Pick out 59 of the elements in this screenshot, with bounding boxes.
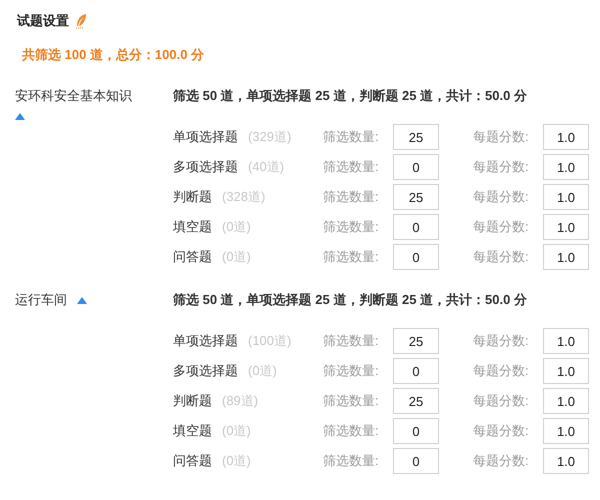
score-label: 每题分数: (473, 128, 530, 146)
score-field[interactable]: 1.0 (543, 328, 589, 354)
quantity-label: 筛选数量: (323, 248, 380, 266)
quantity-label: 筛选数量: (323, 188, 380, 206)
quantity-field[interactable]: 0 (393, 418, 439, 444)
score-field[interactable]: 1.0 (543, 358, 589, 384)
question-type: 判断题 (173, 188, 212, 206)
total-summary: 共筛选 100 道，总分：100.0 分 (22, 46, 206, 64)
score-field[interactable]: 1.0 (543, 418, 589, 444)
score-label: 每题分数: (473, 392, 530, 410)
collapse-arrow-icon[interactable] (76, 297, 87, 304)
quantity-label: 筛选数量: (323, 332, 380, 350)
quantity-field[interactable]: 25 (393, 388, 439, 414)
question-type: 多项选择题 (173, 362, 238, 380)
question-type: 判断题 (173, 392, 212, 410)
score-label: 每题分数: (473, 422, 530, 440)
score-label: 每题分数: (473, 218, 530, 236)
question-type: 问答题 (173, 452, 212, 470)
score-field[interactable]: 1.0 (543, 214, 589, 240)
quantity-label: 筛选数量: (323, 422, 380, 440)
score-label: 每题分数: (473, 188, 530, 206)
quantity-label: 筛选数量: (323, 362, 380, 380)
quantity-field[interactable]: 0 (393, 154, 439, 180)
quantity-field[interactable]: 0 (393, 358, 439, 384)
score-field[interactable]: 1.0 (543, 388, 589, 414)
question-type: 填空题 (173, 218, 212, 236)
score-field[interactable]: 1.0 (543, 184, 589, 210)
quantity-label: 筛选数量: (323, 452, 380, 470)
category-name: 运行车间 (15, 292, 67, 307)
score-field[interactable]: 1.0 (543, 244, 589, 270)
score-field[interactable]: 1.0 (543, 154, 589, 180)
question-type: 单项选择题 (173, 332, 238, 350)
category-summary: 筛选 50 道，单项选择题 25 道，判断题 25 道，共计：50.0 分 (173, 87, 528, 105)
quantity-label: 筛选数量: (323, 392, 380, 410)
quantity-field[interactable]: 0 (393, 244, 439, 270)
quantity-field[interactable]: 25 (393, 328, 439, 354)
feather-icon (75, 13, 87, 29)
question-type: 单项选择题 (173, 128, 238, 146)
question-type: 问答题 (173, 248, 212, 266)
quantity-label: 筛选数量: (323, 128, 380, 146)
quantity-field[interactable]: 25 (393, 184, 439, 210)
question-type: 填空题 (173, 422, 212, 440)
category-summary: 筛选 50 道，单项选择题 25 道，判断题 25 道，共计：50.0 分 (173, 291, 528, 309)
score-field[interactable]: 1.0 (543, 448, 589, 474)
score-label: 每题分数: (473, 248, 530, 266)
score-label: 每题分数: (473, 332, 530, 350)
page-title: 试题设置 (17, 12, 69, 30)
score-label: 每题分数: (473, 362, 530, 380)
category-name: 安环科安全基本知识 (15, 88, 132, 103)
score-label: 每题分数: (473, 158, 530, 176)
score-field[interactable]: 1.0 (543, 124, 589, 150)
question-type: 多项选择题 (173, 158, 238, 176)
score-label: 每题分数: (473, 452, 530, 470)
quantity-label: 筛选数量: (323, 158, 380, 176)
quantity-field[interactable]: 0 (393, 448, 439, 474)
quantity-field[interactable]: 25 (393, 124, 439, 150)
collapse-arrow-icon[interactable] (15, 113, 25, 120)
quantity-field[interactable]: 0 (393, 214, 439, 240)
quantity-label: 筛选数量: (323, 218, 380, 236)
